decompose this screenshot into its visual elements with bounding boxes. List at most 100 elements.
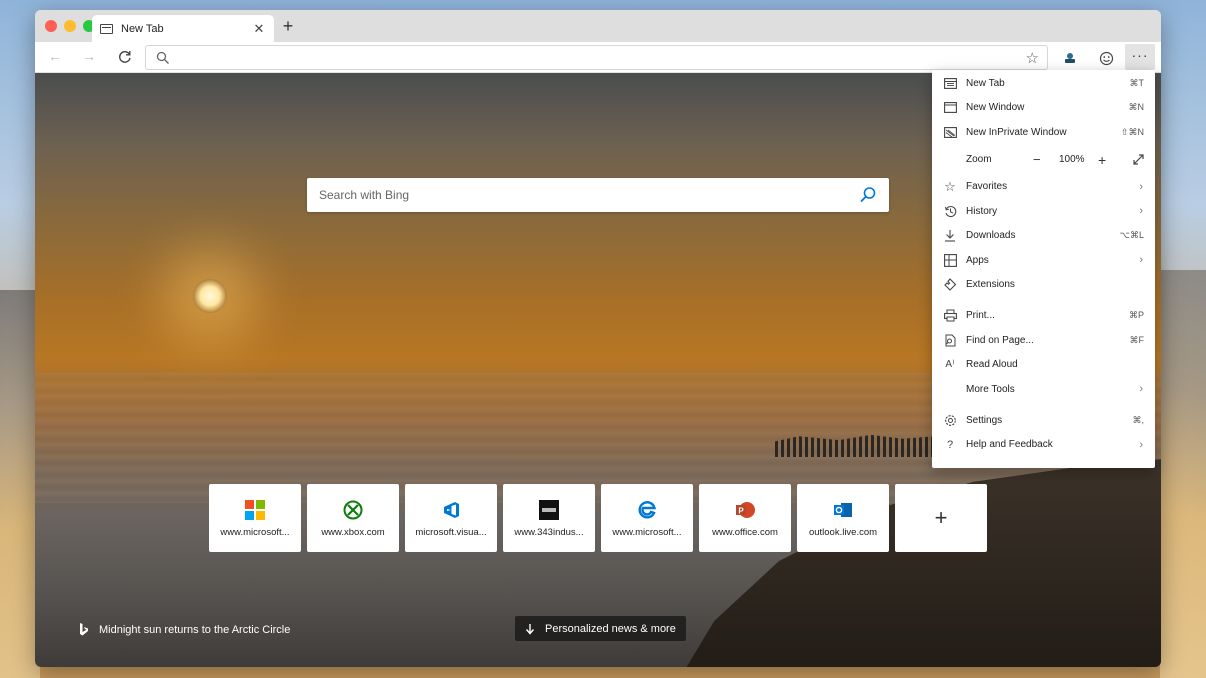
chevron-right-icon: › xyxy=(1139,205,1143,218)
back-button[interactable]: ← xyxy=(45,48,65,64)
chevron-right-icon: › xyxy=(1139,180,1143,193)
menu-item-shortcut: ⌘F xyxy=(1129,334,1145,345)
arrow-down-icon xyxy=(525,623,535,635)
settings-and-more-button[interactable]: ··· xyxy=(1125,44,1155,70)
menu-item-extensions[interactable]: Extensions xyxy=(932,273,1155,298)
tab-new-tab[interactable]: New Tab ✕ xyxy=(92,15,274,42)
minimize-window-button[interactable] xyxy=(64,20,76,32)
add-site-button[interactable]: + xyxy=(895,484,987,552)
tile-label: microsoft.visua... xyxy=(415,526,487,538)
zoom-out-button[interactable]: − xyxy=(1033,152,1041,167)
powerpoint-logo: P xyxy=(734,499,756,521)
menu-item-label: New Window xyxy=(966,102,1025,114)
top-site-tile[interactable]: microsoft.visua... xyxy=(405,484,497,552)
caption-text: Midnight sun returns to the Arctic Circl… xyxy=(99,623,291,636)
menu-item-read-aloud[interactable]: A⁾ Read Aloud xyxy=(932,353,1155,378)
bing-search-box[interactable] xyxy=(307,178,889,212)
gear-icon xyxy=(943,413,957,427)
bing-logo-icon xyxy=(80,623,88,636)
menu-item-new-tab[interactable]: New Tab ⌘T xyxy=(932,71,1155,96)
top-site-tile[interactable]: www.xbox.com xyxy=(307,484,399,552)
search-icon[interactable] xyxy=(859,186,877,204)
menu-item-label: History xyxy=(966,205,998,217)
menu-item-help-and-feedback[interactable]: ? Help and Feedback › xyxy=(932,433,1155,458)
settings-and-more-menu: New Tab ⌘T New Window ⌘N New InPrivate W… xyxy=(932,70,1155,468)
edge-logo xyxy=(636,499,658,521)
new-tab-icon xyxy=(943,76,957,90)
news-button-label: Personalized news & more xyxy=(545,622,676,635)
image-caption[interactable]: Midnight sun returns to the Arctic Circl… xyxy=(79,623,290,636)
personalized-news-button[interactable]: Personalized news & more xyxy=(515,616,686,641)
menu-item-history[interactable]: History › xyxy=(932,199,1155,224)
extension-icon xyxy=(1065,53,1075,63)
window-controls xyxy=(45,20,95,32)
refresh-icon xyxy=(119,51,131,63)
menu-item-label: Apps xyxy=(966,254,989,266)
menu-item-shortcut: ⌘T xyxy=(1129,77,1145,88)
top-site-tile[interactable]: www.microsoft... xyxy=(601,484,693,552)
tile-label: www.microsoft... xyxy=(612,526,682,538)
tile-label: www.office.com xyxy=(712,526,778,538)
menu-item-label: Favorites xyxy=(966,181,1008,193)
menu-item-favorites[interactable]: ☆ Favorites › xyxy=(932,175,1155,200)
outlook-logo xyxy=(832,499,854,521)
menu-item-label: Print... xyxy=(966,310,995,322)
close-tab-button[interactable]: ✕ xyxy=(252,21,266,37)
menu-item-label: Extensions xyxy=(966,279,1015,291)
menu-item-apps[interactable]: Apps › xyxy=(932,248,1155,273)
menu-item-more-tools[interactable]: More Tools › xyxy=(932,377,1155,402)
tile-label: www.xbox.com xyxy=(321,526,385,538)
plus-icon: + xyxy=(934,505,948,530)
microsoft-logo xyxy=(244,499,266,521)
menu-item-shortcut: ⌘N xyxy=(1128,102,1145,113)
top-site-tile[interactable]: www.343indus... xyxy=(503,484,595,552)
history-icon xyxy=(943,204,957,218)
menu-item-new-inprivate-window[interactable]: New InPrivate Window ⇧⌘N xyxy=(932,120,1155,145)
print-icon xyxy=(943,309,957,323)
help-icon: ? xyxy=(946,438,954,451)
menu-item-settings[interactable]: Settings ⌘, xyxy=(932,408,1155,433)
star-icon: ☆ xyxy=(944,178,956,194)
read-aloud-icon: A⁾ xyxy=(945,359,955,371)
top-site-tile[interactable]: www.microsoft... xyxy=(209,484,301,552)
menu-item-label: New InPrivate Window xyxy=(966,126,1067,138)
menu-item-shortcut: ⌘, xyxy=(1132,414,1144,425)
tile-label: www.microsoft... xyxy=(220,526,290,538)
extensions-icon xyxy=(943,278,957,292)
menu-item-print[interactable]: Print... ⌘P xyxy=(932,304,1155,329)
close-window-button[interactable] xyxy=(45,20,57,32)
smiley-icon xyxy=(1099,51,1113,65)
menu-item-label: Settings xyxy=(966,414,1003,426)
feedback-button[interactable] xyxy=(1095,47,1117,69)
menu-item-label: Downloads xyxy=(966,230,1016,242)
address-bar[interactable]: ☆ xyxy=(145,45,1048,70)
top-site-tile[interactable]: outlook.live.com xyxy=(797,484,889,552)
new-window-icon xyxy=(943,101,957,115)
apps-icon xyxy=(943,253,957,267)
menu-zoom-row: Zoom − 100% + xyxy=(932,145,1155,175)
download-icon xyxy=(943,229,957,243)
menu-item-label: Help and Feedback xyxy=(966,439,1053,451)
menu-item-label: Find on Page... xyxy=(966,334,1034,346)
xbox-logo xyxy=(342,499,364,521)
new-tab-button[interactable]: + xyxy=(278,16,298,36)
forward-button[interactable]: → xyxy=(79,48,99,64)
zoom-in-button[interactable]: + xyxy=(1098,152,1106,168)
visual-studio-logo xyxy=(440,499,462,521)
tile-label: www.343indus... xyxy=(514,526,584,538)
find-icon xyxy=(943,333,957,347)
zoom-label: Zoom xyxy=(966,154,992,165)
zoom-level: 100% xyxy=(1059,154,1085,165)
fullscreen-icon[interactable] xyxy=(1132,153,1145,169)
inprivate-icon xyxy=(943,125,957,139)
add-favorite-star-icon[interactable]: ☆ xyxy=(1026,49,1039,67)
menu-item-find-on-page[interactable]: Find on Page... ⌘F xyxy=(932,328,1155,353)
bing-search-input[interactable] xyxy=(319,188,859,202)
extension-button[interactable] xyxy=(1059,47,1081,69)
chevron-right-icon: › xyxy=(1139,383,1143,396)
top-site-tile[interactable]: P www.office.com xyxy=(699,484,791,552)
menu-item-shortcut: ⇧⌘N xyxy=(1120,126,1144,137)
refresh-button[interactable] xyxy=(115,47,135,67)
menu-item-downloads[interactable]: Downloads ⌥⌘L xyxy=(932,224,1155,249)
menu-item-new-window[interactable]: New Window ⌘N xyxy=(932,96,1155,121)
